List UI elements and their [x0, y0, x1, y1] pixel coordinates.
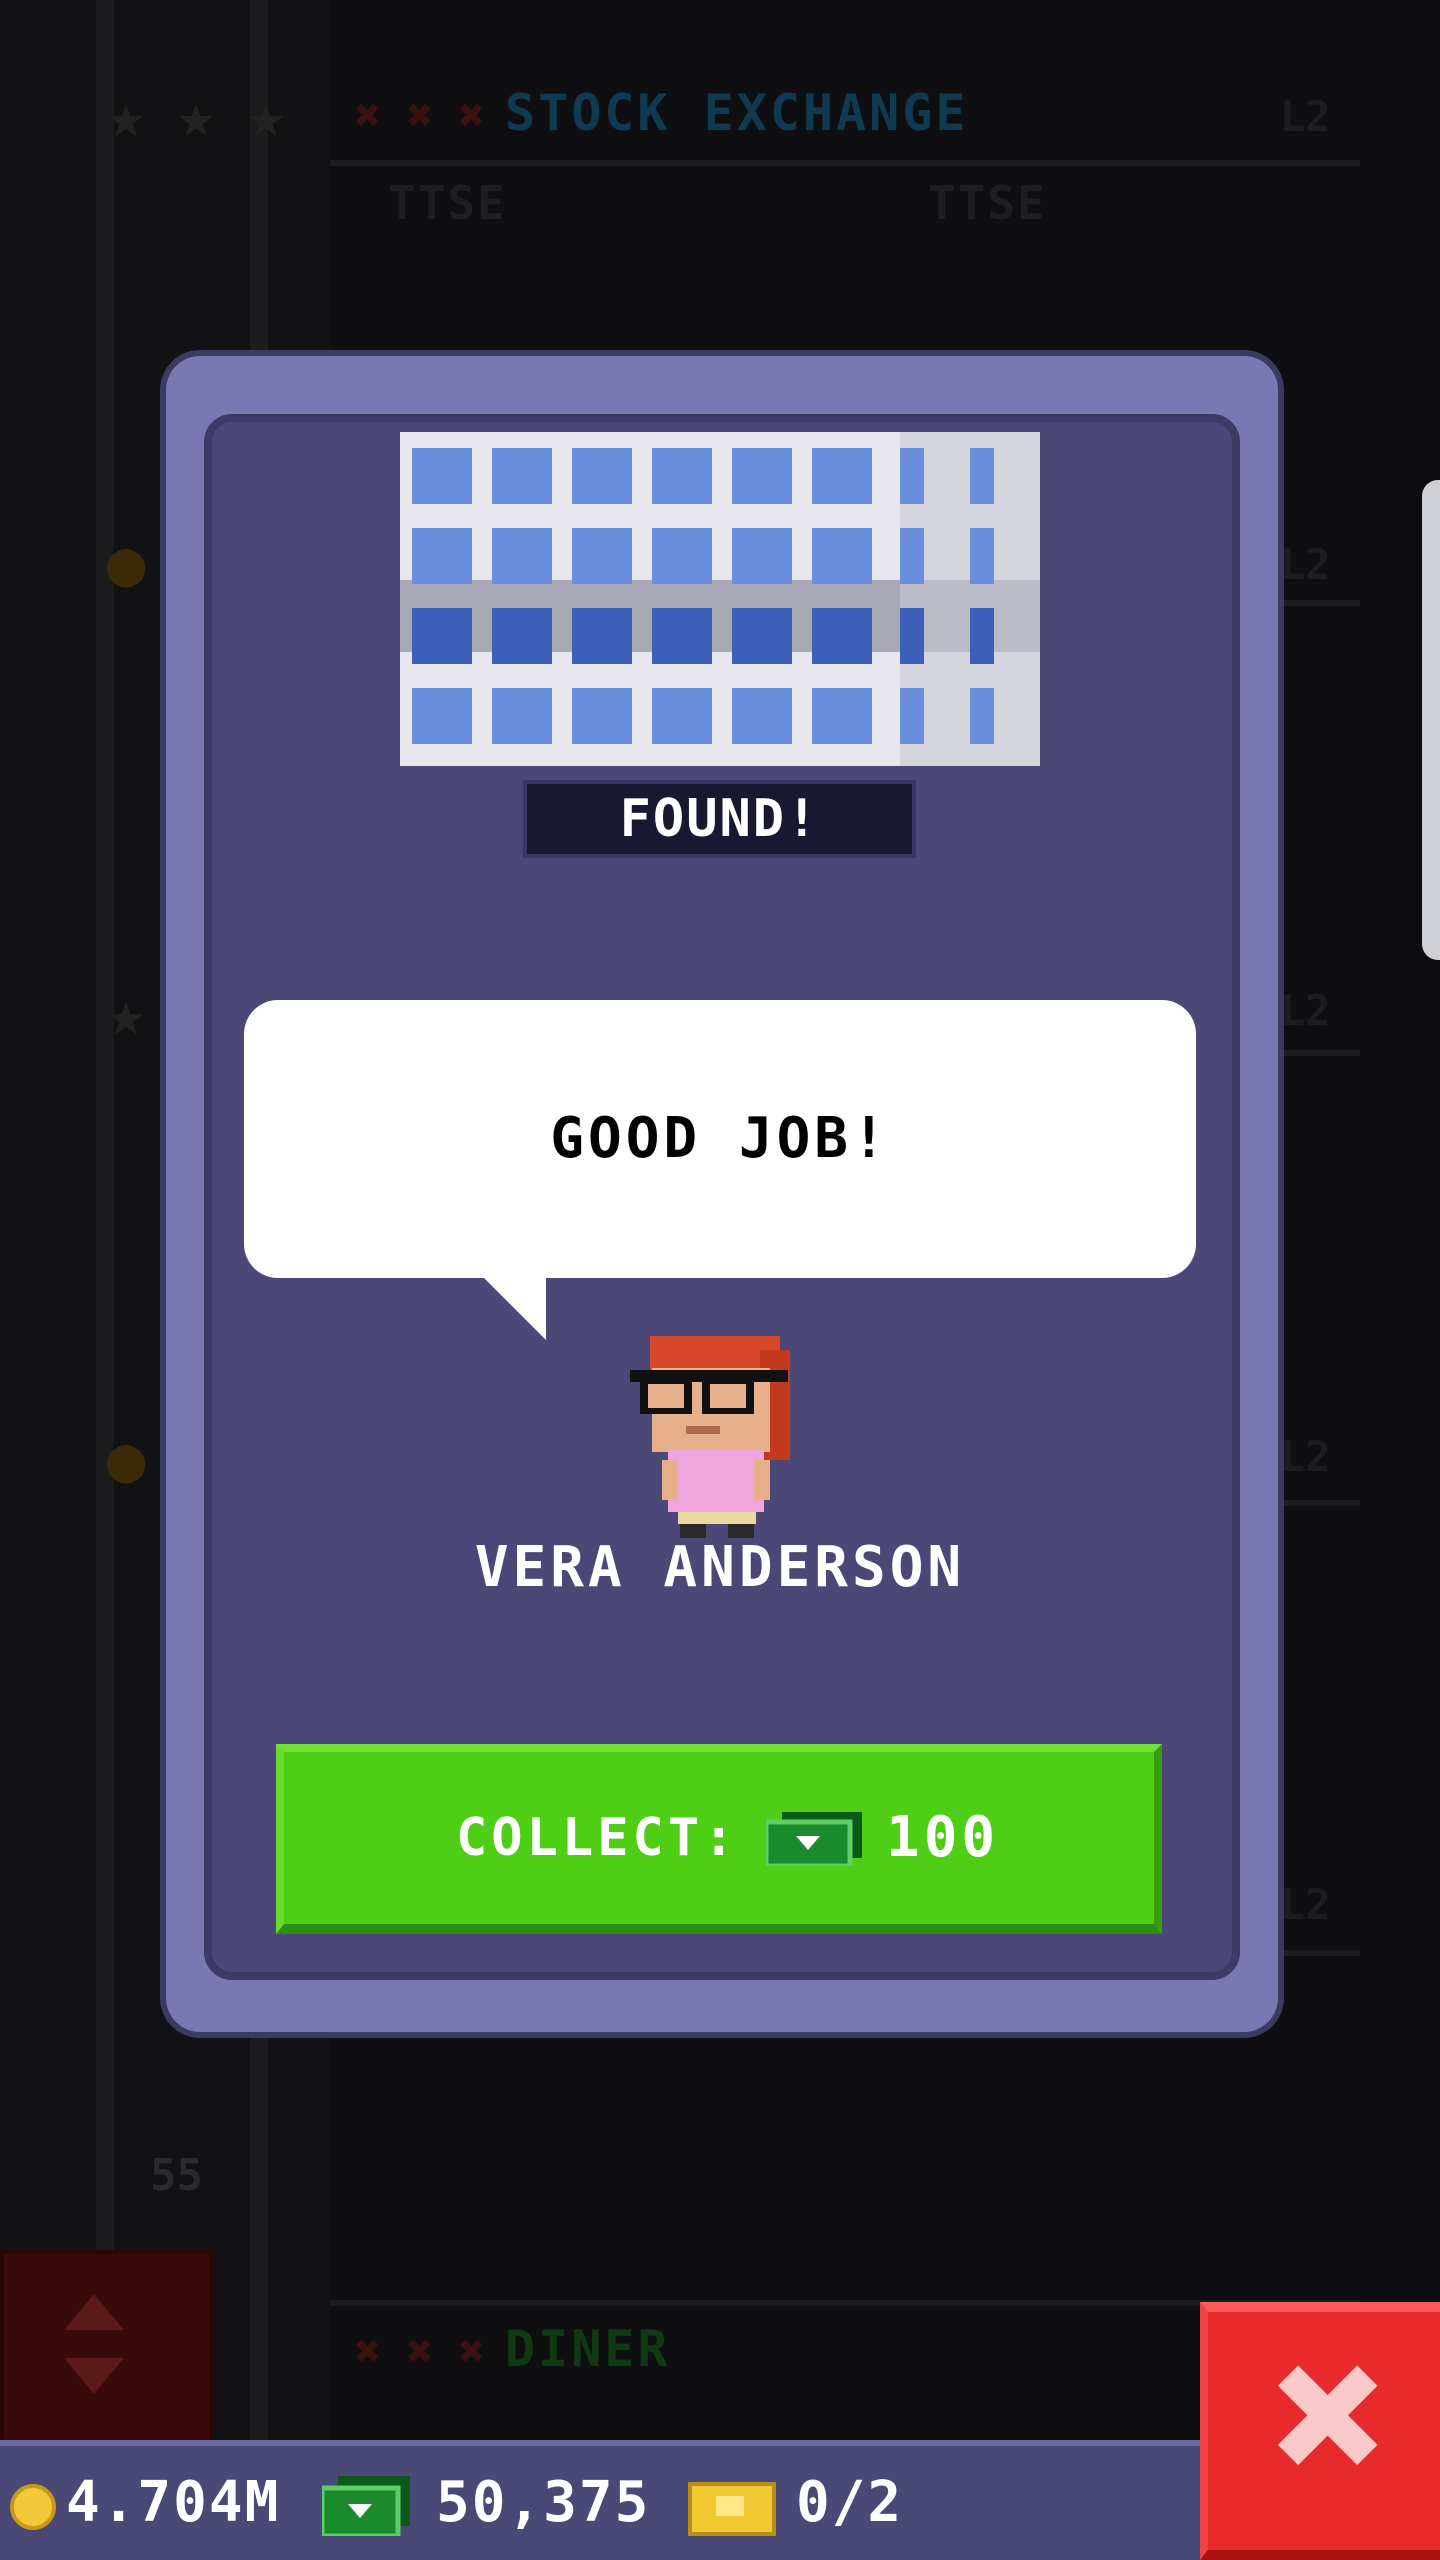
building-window: [900, 528, 924, 584]
building-window: [970, 688, 994, 744]
building-window: [412, 448, 472, 504]
building-window: [572, 448, 632, 504]
building-window: [970, 608, 994, 664]
floor-divider: [330, 160, 1360, 166]
building-window: [732, 528, 792, 584]
floor-title-diner: DINER: [505, 2320, 671, 2378]
building-window: [572, 528, 632, 584]
building-window: [812, 528, 872, 584]
ttse-sign: TTSE: [928, 176, 1047, 230]
side-panel-tab[interactable]: [1422, 480, 1440, 960]
elevator-rail: [96, 0, 114, 2440]
building-window: [652, 528, 712, 584]
missing-worker-icon: ✖: [354, 90, 382, 141]
building-window: [732, 448, 792, 504]
cash-icon: [766, 1812, 862, 1866]
floor-level-tag: L2: [1280, 1880, 1331, 1929]
gold-star-icon: ●: [106, 1423, 146, 1497]
building-window: [492, 608, 552, 664]
building-window: [412, 688, 472, 744]
arrow-up-icon: [64, 2294, 124, 2330]
building-window: [412, 608, 472, 664]
gold-star-icon: ●: [106, 527, 146, 601]
building-window: [492, 448, 552, 504]
close-button[interactable]: [1200, 2302, 1440, 2560]
building-window: [492, 528, 552, 584]
missing-worker-icon: ✖: [458, 90, 486, 141]
building-window: [732, 688, 792, 744]
building-window: [900, 688, 924, 744]
tower-edge: [1360, 0, 1440, 2440]
building-window: [572, 688, 632, 744]
star-icon: ★: [176, 79, 216, 153]
floor-level-tag: L2: [1280, 92, 1331, 141]
cash-icon: [322, 2476, 410, 2536]
floor-level-tag: L2: [1280, 986, 1331, 1035]
coins-value: 4.704M: [66, 2470, 281, 2535]
missing-worker-icon: ✖: [406, 2326, 434, 2377]
character-name: VERA ANDERSON: [474, 1535, 966, 1600]
building-window: [900, 608, 924, 664]
found-banner: FOUND!: [523, 780, 916, 858]
collect-button[interactable]: COLLECT: 100: [276, 1744, 1162, 1934]
building-window: [812, 688, 872, 744]
floor-number: 55: [150, 2150, 203, 2201]
coin-icon: [10, 2484, 56, 2530]
building-window: [900, 448, 924, 504]
tickets-value: 0/2: [796, 2470, 904, 2535]
building-window: [652, 448, 712, 504]
star-icon: ★: [246, 79, 286, 153]
building-window: [492, 688, 552, 744]
building-window: [572, 608, 632, 664]
building-window: [970, 528, 994, 584]
floor-level-tag: L2: [1280, 540, 1331, 589]
building-window: [652, 608, 712, 664]
speech-text: GOOD JOB!: [550, 1106, 890, 1171]
vera-anderson-avatar: [630, 1336, 790, 1538]
building-window: [732, 608, 792, 664]
arrow-down-icon: [64, 2358, 124, 2394]
close-icon: [1277, 2365, 1378, 2466]
building-window: [812, 608, 872, 664]
elevator-button[interactable]: [0, 2250, 213, 2448]
missing-worker-icon: ✖: [458, 2326, 486, 2377]
speech-bubble-tail: [484, 1278, 546, 1340]
speech-bubble: GOOD JOB!: [244, 1000, 1196, 1278]
ttse-sign: TTSE: [388, 176, 507, 230]
golden-ticket-icon: [688, 2482, 776, 2536]
floor-level-tag: L2: [1280, 1432, 1331, 1481]
missing-worker-icon: ✖: [354, 2326, 382, 2377]
missing-worker-icon: ✖: [406, 90, 434, 141]
building-window: [412, 528, 472, 584]
cash-value: 50,375: [436, 2470, 651, 2535]
building-window: [812, 448, 872, 504]
collect-label: COLLECT:: [456, 1808, 739, 1868]
floor-title-stock-exchange: STOCK EXCHANGE: [505, 84, 969, 142]
building-window: [970, 448, 994, 504]
building-window: [652, 688, 712, 744]
collect-amount: 100: [886, 1805, 1000, 1870]
star-icon: ★: [106, 977, 146, 1051]
star-icon: ★: [106, 79, 146, 153]
office-building-icon: [400, 432, 1040, 766]
